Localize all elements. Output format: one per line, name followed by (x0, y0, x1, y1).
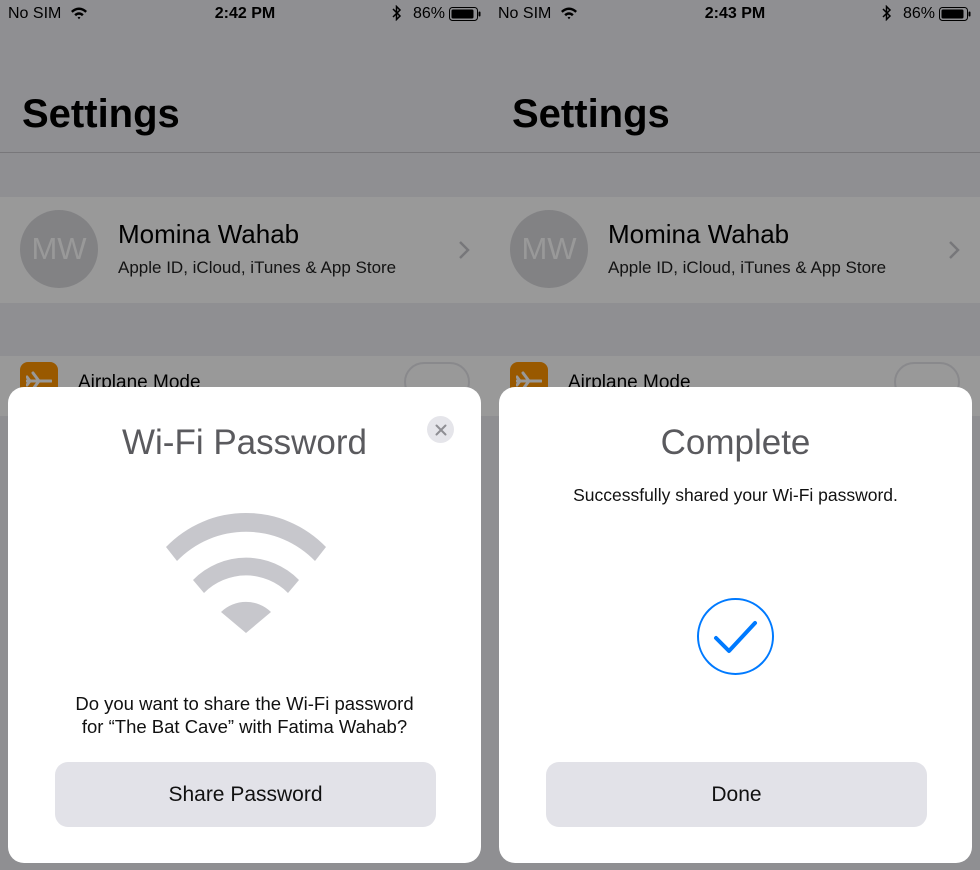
complete-sheet: Complete Successfully shared your Wi-Fi … (499, 387, 972, 863)
wifi-password-sheet: Wi-Fi Password Do you want to share the … (8, 387, 481, 863)
close-icon (435, 424, 446, 435)
wifi-large-icon (166, 512, 326, 633)
settings-screen-complete: No SIM 2:43 PM 86% Settings MW Momina Wa… (490, 0, 980, 870)
settings-screen-share-prompt: No SIM 2:42 PM 86% Settings MW Momina Wa… (0, 0, 490, 870)
prompt-line-1: Do you want to share the Wi-Fi password (75, 693, 414, 714)
checkmark-icon (697, 598, 774, 675)
done-button[interactable]: Done (546, 762, 927, 827)
close-button[interactable] (427, 416, 454, 443)
prompt-line-2: for “The Bat Cave” with Fatima Wahab? (81, 716, 408, 737)
success-message: Successfully shared your Wi-Fi password. (573, 485, 898, 505)
sheet-title: Complete (660, 423, 811, 462)
share-prompt: Do you want to share the Wi-Fi password … (8, 692, 481, 738)
sheet-title: Wi-Fi Password (121, 423, 368, 462)
share-password-button[interactable]: Share Password (55, 762, 436, 827)
